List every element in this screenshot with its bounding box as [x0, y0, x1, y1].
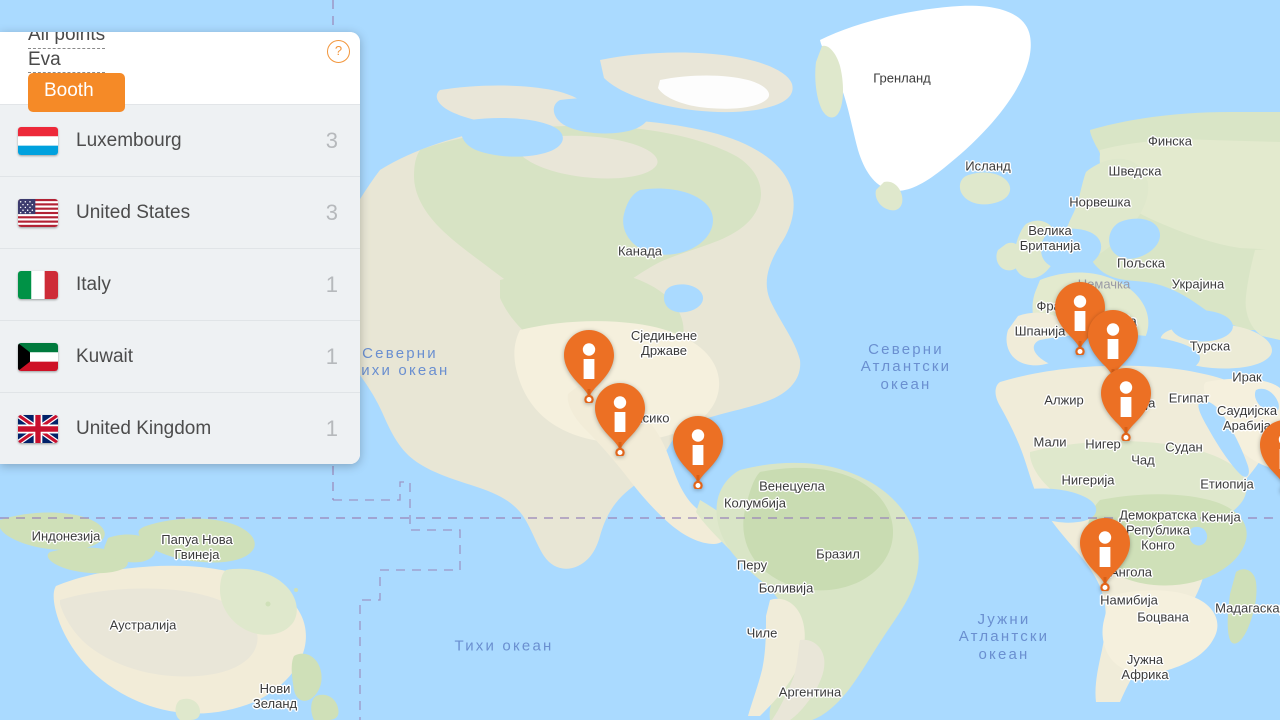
- country-count: 1: [325, 271, 338, 297]
- country-name: Kuwait: [76, 345, 134, 367]
- flag-icon-it: [18, 270, 58, 299]
- country-row[interactable]: United Kingdom 1: [0, 393, 360, 464]
- filter-tab-all-points[interactable]: All points: [28, 32, 106, 49]
- country-count: 3: [325, 127, 338, 153]
- country-name: Italy: [76, 273, 111, 295]
- country-row[interactable]: Luxembourg 3: [0, 105, 360, 177]
- flag-icon-lu: [18, 126, 58, 155]
- flag-icon-gb: [18, 414, 58, 443]
- country-row[interactable]: Italy 1: [0, 249, 360, 321]
- country-row[interactable]: Kuwait 1: [0, 321, 360, 393]
- country-count: 1: [325, 343, 338, 369]
- country-name: United States: [76, 201, 191, 223]
- filter-tabs[interactable]: All points Eva Booth: [28, 32, 126, 113]
- country-name: United Kingdom: [76, 417, 212, 439]
- country-count: 3: [325, 199, 338, 225]
- help-icon[interactable]: ?: [327, 40, 350, 63]
- flag-icon-us: [18, 198, 58, 227]
- filter-tab-eva[interactable]: Eva: [28, 49, 106, 74]
- flag-icon-kw: [18, 342, 58, 371]
- country-name: Luxembourg: [76, 129, 182, 151]
- country-row[interactable]: United States 3: [0, 177, 360, 249]
- country-count: 1: [325, 415, 338, 441]
- panel-header: All points Eva Booth ?: [0, 32, 360, 113]
- country-list[interactable]: Luxembourg 3 United States 3 Italy 1 Kuwait 1 Un…: [0, 105, 360, 464]
- country-stats-panel: All points Eva Booth ? Luxembourg 3 United S…: [0, 32, 360, 464]
- filter-tab-booth[interactable]: Booth: [28, 73, 126, 113]
